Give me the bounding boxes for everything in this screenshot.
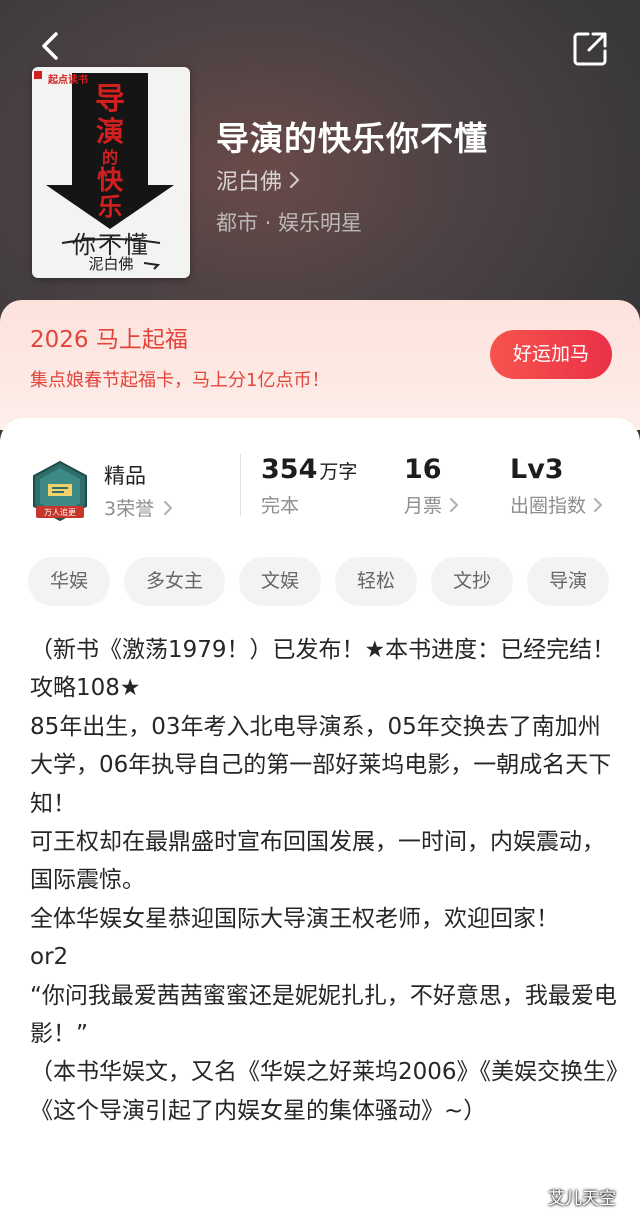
chevron-right-icon: [450, 497, 459, 512]
cover-publisher: 起点读书: [48, 75, 88, 86]
svg-text:演: 演: [96, 115, 124, 148]
cover-author: 泥白佛: [88, 255, 134, 273]
author-name: 泥白佛: [216, 170, 283, 195]
back-button[interactable]: [30, 24, 74, 68]
badge-text: 万人追更: [44, 507, 76, 517]
honors-link[interactable]: 3荣誉: [104, 494, 174, 521]
book-cover[interactable]: 导 演 的 快 乐 起点读书 你不懂 泥白佛: [32, 67, 190, 278]
word-count-stat: 354 万字 完本: [261, 454, 357, 518]
honors-count: 3荣誉: [104, 498, 155, 520]
svg-text:的: 的: [102, 148, 118, 167]
monthly-tickets-count: 16: [404, 454, 442, 485]
tag-chip[interactable]: 文抄: [431, 557, 514, 606]
book-status: 完本: [261, 495, 300, 517]
tag-chip[interactable]: 多女主: [124, 557, 226, 606]
book-info-card: 万人追更 精品 3荣誉 354 万字 完本 16 月票 Lv3 出圈指数 华娱 多…: [0, 418, 640, 1217]
svg-text:导: 导: [95, 82, 125, 117]
description-paragraph: “你问我最爱茜茜蜜蜜还是妮妮扎扎，不好意思，我最爱电影！”: [30, 982, 617, 1048]
book-description[interactable]: （新书《激荡1979！）已发布！★本书进度：已经完结！攻略108★ 85年出生，…: [30, 631, 620, 1130]
description-paragraph: 可王权却在最鼎盛时宣布回国发展，一时间，内娱震动，国际震惊。: [30, 829, 605, 894]
word-unit: 万字: [319, 461, 358, 483]
book-genre: 都市 · 娱乐明星: [216, 211, 363, 235]
chevron-right-icon: [594, 497, 603, 512]
monthly-tickets-label: 月票: [404, 495, 443, 517]
chevron-right-icon: [164, 500, 173, 515]
watermark: 艾儿天空: [548, 1189, 616, 1209]
level-label: 出圈指数: [510, 495, 587, 517]
monthly-tickets-stat[interactable]: 16 月票: [404, 454, 460, 518]
back-chevron-icon: [42, 32, 58, 60]
description-paragraph: （新书《激荡1979！）已发布！★本书进度：已经完结！攻略108★: [30, 637, 616, 702]
tag-chip[interactable]: 文娱: [239, 557, 322, 606]
chevron-right-icon: [289, 171, 300, 189]
author-link[interactable]: 泥白佛: [216, 164, 302, 196]
share-icon: [573, 32, 607, 66]
promo-title: 2026 马上起福: [30, 327, 188, 353]
stats-divider: [240, 454, 241, 516]
description-paragraph: 85年出生，03年考入北电导演系，05年交换去了南加州大学，06年执导自己的第一…: [30, 713, 612, 817]
honor-badge-icon: 万人追更: [33, 460, 87, 522]
description-paragraph: （本书华娱文，又名《华娱之好莱坞2006》《美娱交换生》《这个导演引起了内娱女星…: [30, 1059, 618, 1124]
level-value: Lv3: [510, 454, 564, 485]
promo-button[interactable]: 好运加马: [490, 330, 612, 379]
promo-banner[interactable]: 2026 马上起福 集点娘春节起福卡，马上分1亿点币！ 好运加马: [0, 300, 640, 430]
tag-chip[interactable]: 华娱: [28, 557, 111, 606]
level-stat[interactable]: Lv3 出圈指数: [510, 454, 604, 518]
promo-description: 集点娘春节起福卡，马上分1亿点币！: [30, 370, 330, 391]
share-button[interactable]: [568, 26, 612, 70]
tag-chip[interactable]: 导演: [527, 557, 610, 606]
description-paragraph: or2: [30, 944, 69, 971]
description-paragraph: 全体华娱女星恭迎国际大导演王权老师，欢迎回家！: [30, 905, 559, 932]
word-count: 354: [261, 454, 318, 485]
quality-label: 精品: [104, 464, 146, 488]
tag-chip[interactable]: 轻松: [335, 557, 418, 606]
svg-text:乐: 乐: [98, 192, 122, 221]
book-title: 导演的快乐你不懂: [216, 119, 488, 158]
tag-list: 华娱 多女主 文娱 轻松 文抄 导演: [28, 557, 610, 606]
